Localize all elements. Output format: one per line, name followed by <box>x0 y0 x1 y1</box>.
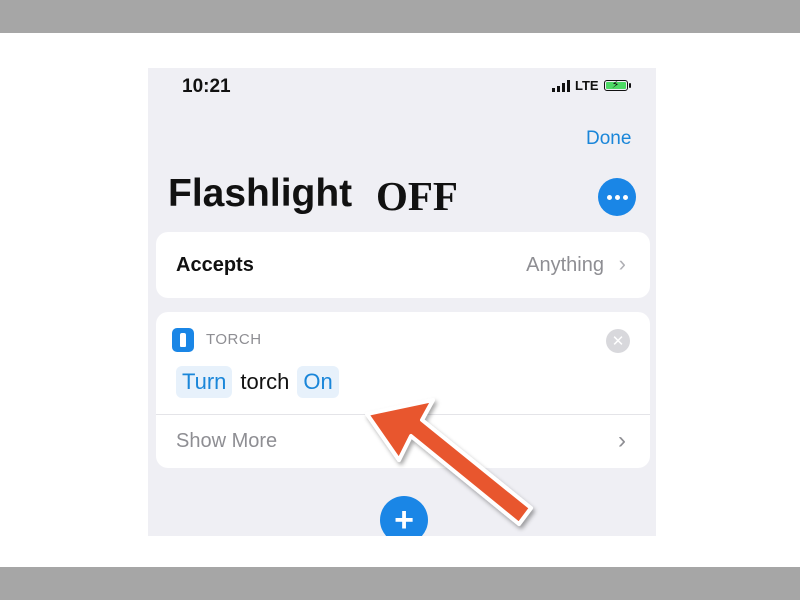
ellipsis-icon[interactable] <box>598 178 636 216</box>
title-overlay-text: OFF <box>374 172 460 220</box>
bottom-letterbox-band <box>0 567 800 600</box>
flashlight-icon <box>172 328 194 352</box>
done-button[interactable]: Done <box>586 128 631 150</box>
close-icon[interactable]: ✕ <box>606 329 630 353</box>
chevron-right-icon: › <box>618 251 626 276</box>
signal-icon <box>552 79 570 92</box>
show-more-button[interactable]: Show More <box>176 430 277 453</box>
status-time: 10:21 <box>182 76 231 97</box>
action-sentence: Turn torch On <box>176 366 339 398</box>
accepts-value: Anything <box>526 254 604 276</box>
top-letterbox-band <box>0 0 800 33</box>
chevron-right-icon[interactable]: › <box>618 427 626 455</box>
state-parameter[interactable]: On <box>297 366 339 398</box>
battery-icon: ⚡ <box>603 79 631 91</box>
accepts-label: Accepts <box>176 254 254 276</box>
action-header: TORCH <box>206 331 262 348</box>
accepts-row[interactable]: Accepts Anything › <box>156 232 650 298</box>
status-indicators: LTE ⚡ <box>552 78 631 93</box>
annotation-arrow-icon <box>365 398 533 526</box>
network-label: LTE <box>575 78 599 93</box>
turn-parameter[interactable]: Turn <box>176 366 233 398</box>
action-object: torch <box>240 369 290 394</box>
shortcut-title: Flashlight <box>168 172 353 215</box>
